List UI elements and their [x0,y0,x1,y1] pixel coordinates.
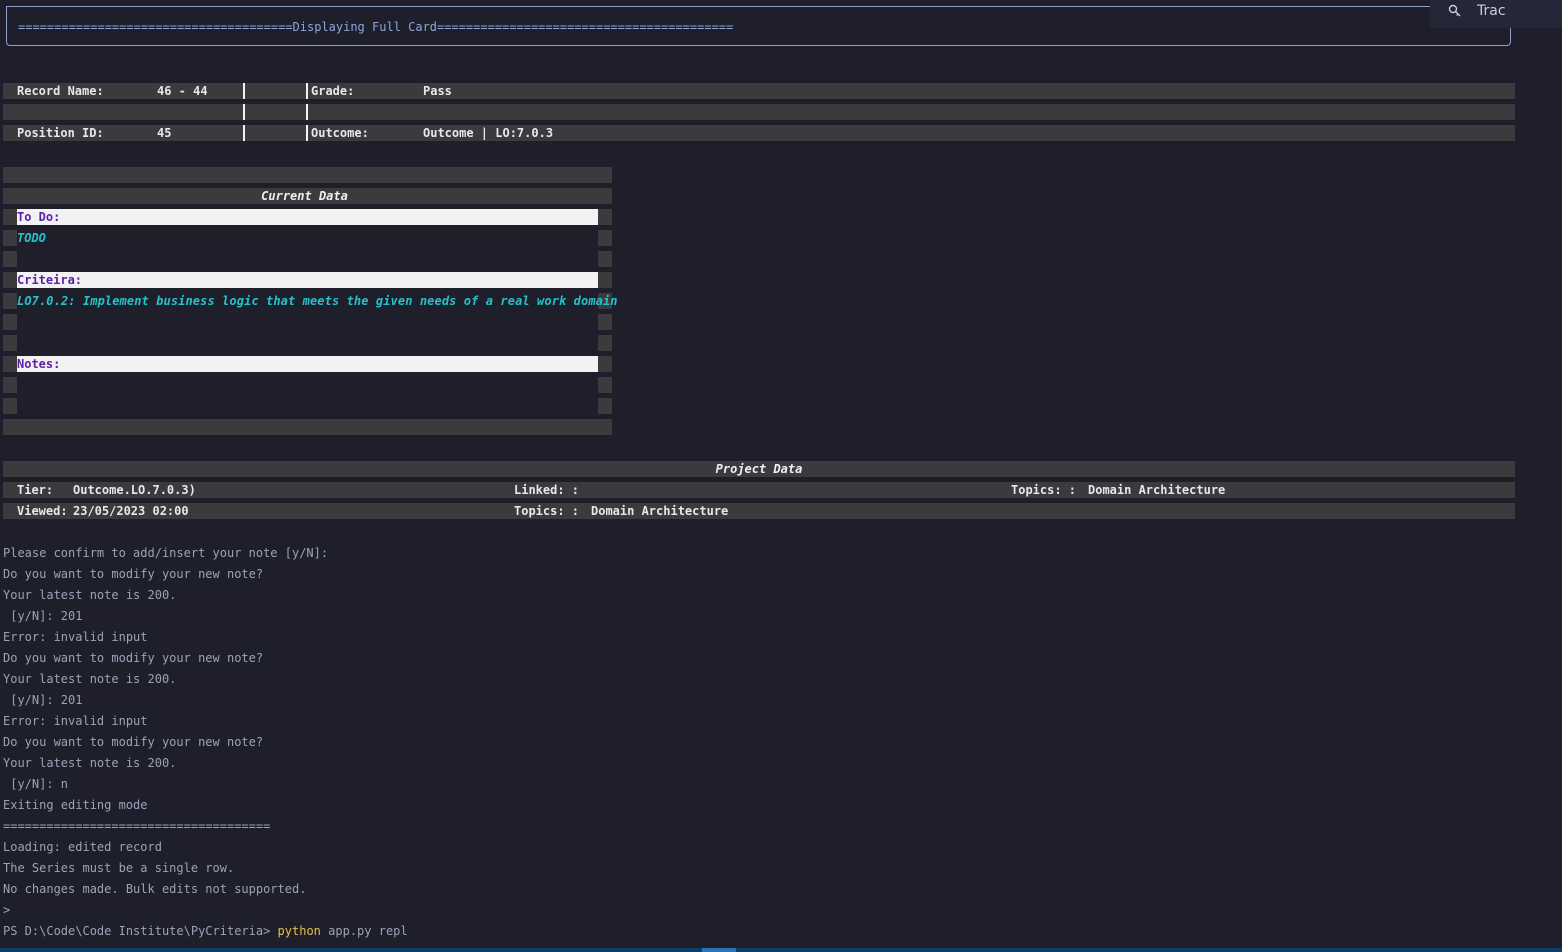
console-line: [y/N]: 201 [3,693,83,707]
viewed-label: Viewed: [17,504,68,518]
topics-value-2: Domain Architecture [591,504,729,518]
panel-border-right [598,335,612,351]
panel-border-right [598,209,612,225]
console-line: [y/N]: n [3,777,69,791]
terminal-bottom-strip [0,948,1562,952]
prompt-args: app.py repl [328,924,408,938]
tier-value: Outcome.LO.7.0.3) [73,483,196,497]
viewed-value: 23/05/2023 02:00 [73,504,189,518]
scroll-indicator[interactable] [702,948,736,952]
prompt-command: python [277,924,321,938]
card-header-box: ======================================Di… [6,6,1511,46]
current-data-title: Current Data [261,189,348,203]
record-row-name: Record Name: 46 - 44 Grade: Pass [3,83,1515,99]
panel-border-right [598,377,612,393]
console-line: Do you want to modify your new note? [3,567,264,581]
panel-border-left [3,293,17,309]
column-separator [306,125,308,141]
search-icon [1448,4,1462,22]
console-line: Error: invalid input [3,630,148,644]
panel-border-right [598,356,612,372]
panel-border-left [3,251,17,267]
project-data-title-bar: Project Data [3,461,1515,477]
notes-label-strip [17,356,598,372]
panel-border-left [3,230,17,246]
console-line: Your latest note is 200. [3,756,177,770]
topics-label-2: Topics: : [514,504,580,518]
criteria-label-strip [17,272,598,288]
panel-border-left [3,314,17,330]
todo-label-strip [17,209,598,225]
console-line: Do you want to modify your new note? [3,735,264,749]
panel-border-left [3,272,17,288]
tier-label: Tier: [17,483,54,497]
todo-value: TODO [17,231,46,245]
linked-label: Linked: : [514,483,580,497]
shell-prompt[interactable]: PS D:\Code\Code Institute\PyCriteria> py… [3,923,408,939]
console-line: Exiting editing mode [3,798,148,812]
console-line: Your latest note is 200. [3,588,177,602]
project-row-tier: Tier: Outcome.LO.7.0.3) Linked: : Topics… [3,482,1515,498]
column-separator [243,104,245,120]
record-row-spacer [3,104,1515,120]
console-line: > [3,903,11,917]
grade-label: Grade: [311,84,355,98]
console-line: Loading: edited record [3,840,162,854]
criteria-value: LO7.0.2: Implement business logic that m… [17,294,618,308]
panel-border-left [3,335,17,351]
column-separator [243,83,245,99]
column-separator [306,104,308,120]
record-name-value: 46 - 44 [157,84,208,98]
console-line: Please confirm to add/insert your note [… [3,546,329,560]
console-line: No changes made. Bulk edits not supporte… [3,882,307,896]
notes-label: Notes: [17,357,61,371]
criteria-label: Criteira: [17,273,83,287]
outcome-label: Outcome: [311,126,369,140]
topics-value: Domain Architecture [1088,483,1226,497]
panel-border-right [598,230,612,246]
project-row-viewed: Viewed: 23/05/2023 02:00 Topics: : Domai… [3,503,1515,519]
console-line: The Series must be a single row. [3,861,235,875]
console-line: Error: invalid input [3,714,148,728]
record-name-label: Record Name: [17,84,104,98]
panel-border-right [598,272,612,288]
find-widget[interactable]: Trac [1430,0,1562,28]
console-line: [y/N]: 201 [3,609,83,623]
panel-border-left [3,209,17,225]
current-data-bottom-border [3,419,612,435]
current-data-title-bar: Current Data [3,188,612,204]
column-separator [243,125,245,141]
column-separator [306,83,308,99]
topics-label: Topics: : [1011,483,1077,497]
panel-border-right [598,314,612,330]
current-data-top-border [3,167,612,183]
find-input-text[interactable]: Trac [1477,3,1506,19]
console-line: Do you want to modify your new note? [3,651,264,665]
position-id-value: 45 [157,126,172,140]
panel-border-left [3,356,17,372]
grade-value: Pass [423,84,452,98]
panel-border-right [598,398,612,414]
record-row-position: Position ID: 45 Outcome: Outcome | LO:7.… [3,125,1515,141]
panel-border-left [3,377,17,393]
project-data-title: Project Data [715,462,803,476]
panel-border-right [598,251,612,267]
position-id-label: Position ID: [17,126,104,140]
outcome-value: Outcome | LO:7.0.3 [423,126,554,140]
console-line: ===================================== [3,819,271,833]
prompt-path: PS D:\Code\Code Institute\PyCriteria> [3,924,271,938]
console-line: Your latest note is 200. [3,672,177,686]
panel-border-left [3,398,17,414]
card-header-title: ======================================Di… [18,20,734,34]
todo-label: To Do: [17,210,61,224]
